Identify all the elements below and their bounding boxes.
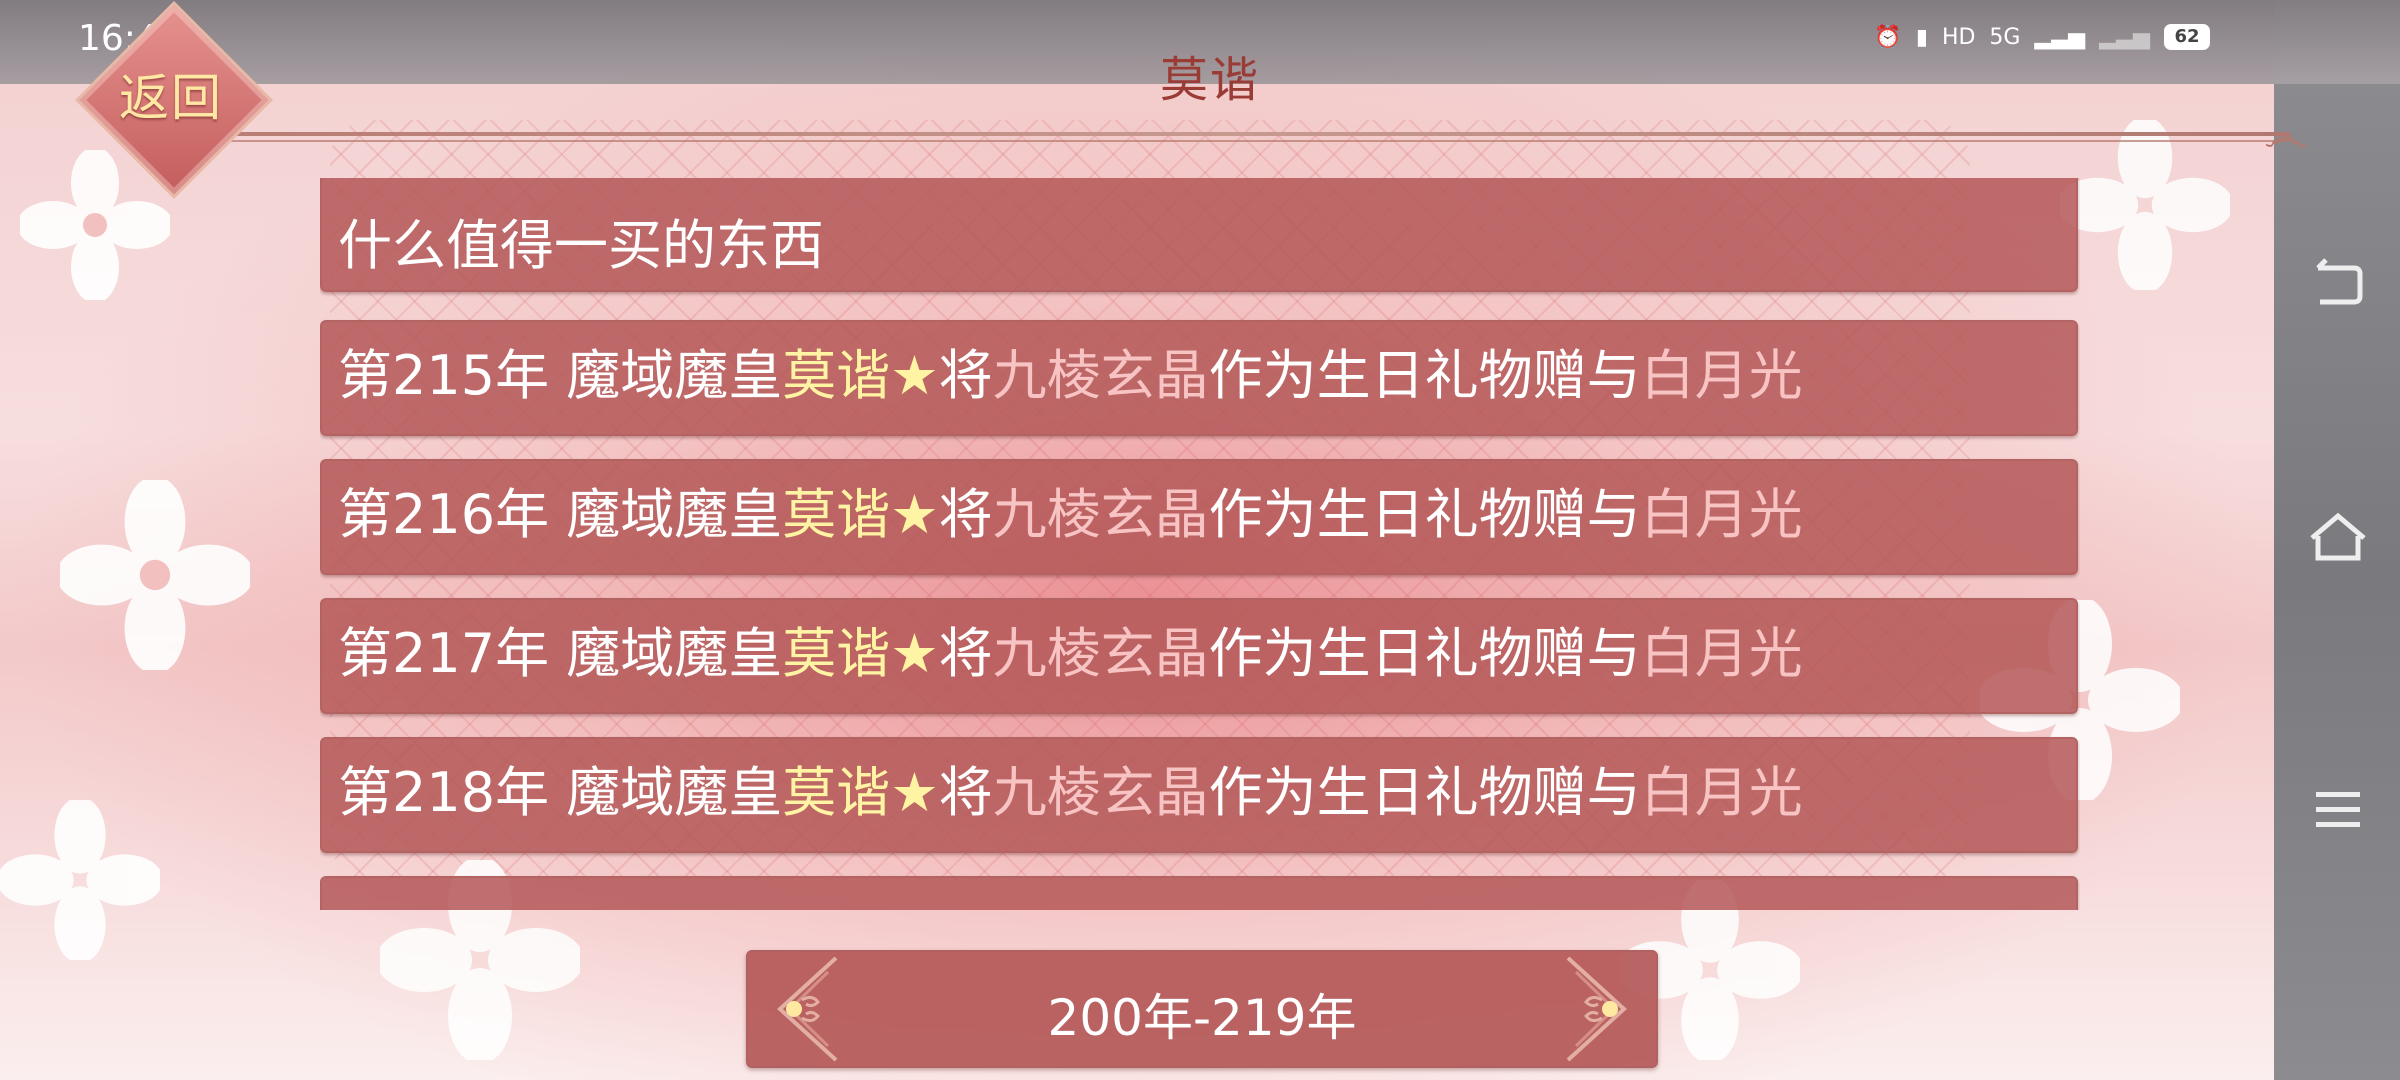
item-text: 魔域魔皇: [549, 344, 783, 407]
vibrate-icon: ▮: [1915, 24, 1928, 50]
star-icon: ★: [890, 622, 939, 685]
list-item-partial[interactable]: 什么值得一买的东西: [320, 178, 2078, 292]
event-list[interactable]: 什么值得一买的东西 第215年 魔域魔皇莫谐★将九棱玄晶作为生日礼物赠与白月光 …: [320, 178, 2080, 910]
item-target: 白月光: [1640, 483, 1803, 546]
home-icon: [2310, 512, 2366, 561]
item-name: 莫谐: [782, 622, 891, 685]
item-text: 作为生日礼物赠与: [1208, 483, 1641, 546]
item-gift: 九棱玄晶: [992, 761, 1209, 824]
item-year: 第215年: [338, 344, 550, 407]
back-nav-button[interactable]: [2300, 248, 2376, 324]
item-target: 白月光: [1640, 622, 1803, 685]
blossom-decoration: [0, 796, 164, 964]
item-target: 白月光: [1640, 344, 1803, 407]
partial-line-hidden: [338, 178, 2060, 184]
menu-nav-button[interactable]: [2300, 772, 2376, 848]
star-icon: ★: [890, 483, 939, 546]
item-name: 莫谐: [782, 483, 891, 546]
next-page-button[interactable]: [1558, 952, 1638, 1066]
list-item-partial[interactable]: [320, 876, 2078, 910]
navigation-bar: [2274, 84, 2400, 1080]
signal-icon: ▂▃▅: [2034, 24, 2086, 50]
network-label: 5G: [1989, 24, 2021, 50]
status-icons: ⏰ ▮ HD 5G ▂▃▅ ▂▃▅ 62: [1874, 24, 2210, 50]
year-range-label: 200年-219年: [1047, 989, 1357, 1047]
item-gift: 九棱玄晶: [992, 622, 1209, 685]
item-text: 魔域魔皇: [549, 622, 783, 685]
back-arrow-icon: [2316, 258, 2363, 305]
header-divider: [180, 132, 2290, 136]
partial-line: 什么值得一买的东西: [338, 214, 824, 277]
item-text: 作为生日礼物赠与: [1208, 622, 1641, 685]
item-text: 作为生日礼物赠与: [1208, 761, 1641, 824]
item-name: 莫谐: [782, 761, 891, 824]
list-item[interactable]: 第217年 魔域魔皇莫谐★将九棱玄晶作为生日礼物赠与白月光: [320, 598, 2078, 714]
item-text: 作为生日礼物赠与: [1208, 344, 1641, 407]
list-item[interactable]: 第218年 魔域魔皇莫谐★将九棱玄晶作为生日礼物赠与白月光: [320, 737, 2078, 853]
alarm-icon: ⏰: [1874, 24, 1902, 50]
item-year: 第218年: [338, 761, 550, 824]
item-name: 莫谐: [782, 344, 891, 407]
list-item[interactable]: 第215年 魔域魔皇莫谐★将九棱玄晶作为生日礼物赠与白月光: [320, 320, 2078, 436]
item-text: 魔域魔皇: [549, 483, 783, 546]
item-target: 白月光: [1640, 761, 1803, 824]
item-text: 魔域魔皇: [549, 761, 783, 824]
blossom-decoration: [56, 476, 254, 674]
item-gift: 九棱玄晶: [992, 344, 1209, 407]
item-text: 将: [938, 622, 993, 685]
back-button[interactable]: 返回: [75, 1, 273, 199]
star-icon: ★: [890, 761, 939, 824]
year-range-pager[interactable]: 200年-219年: [746, 950, 1658, 1068]
blossom-decoration: [2056, 116, 2234, 294]
home-nav-button[interactable]: [2300, 500, 2376, 576]
list-item[interactable]: 第216年 魔域魔皇莫谐★将九棱玄晶作为生日礼物赠与白月光: [320, 459, 2078, 575]
signal-icon-2: ▂▃▅: [2099, 24, 2150, 50]
battery-icon: 62: [2164, 24, 2210, 50]
item-text: 将: [938, 483, 993, 546]
chevron-right-icon: [1566, 956, 1627, 1062]
item-text: 将: [938, 761, 993, 824]
menu-icon: [2316, 792, 2360, 827]
hd-icon: HD: [1941, 24, 1976, 50]
star-icon: ★: [890, 344, 939, 407]
item-text: 将: [938, 344, 993, 407]
page-title: 莫谐: [1159, 52, 1260, 108]
cloud-ornament-icon: ෴: [2264, 108, 2308, 162]
item-year: 第217年: [338, 622, 550, 685]
header-divider-thin: [180, 140, 2290, 142]
back-button-label: 返回: [119, 69, 223, 127]
item-gift: 九棱玄晶: [992, 483, 1209, 546]
item-year: 第216年: [338, 483, 550, 546]
